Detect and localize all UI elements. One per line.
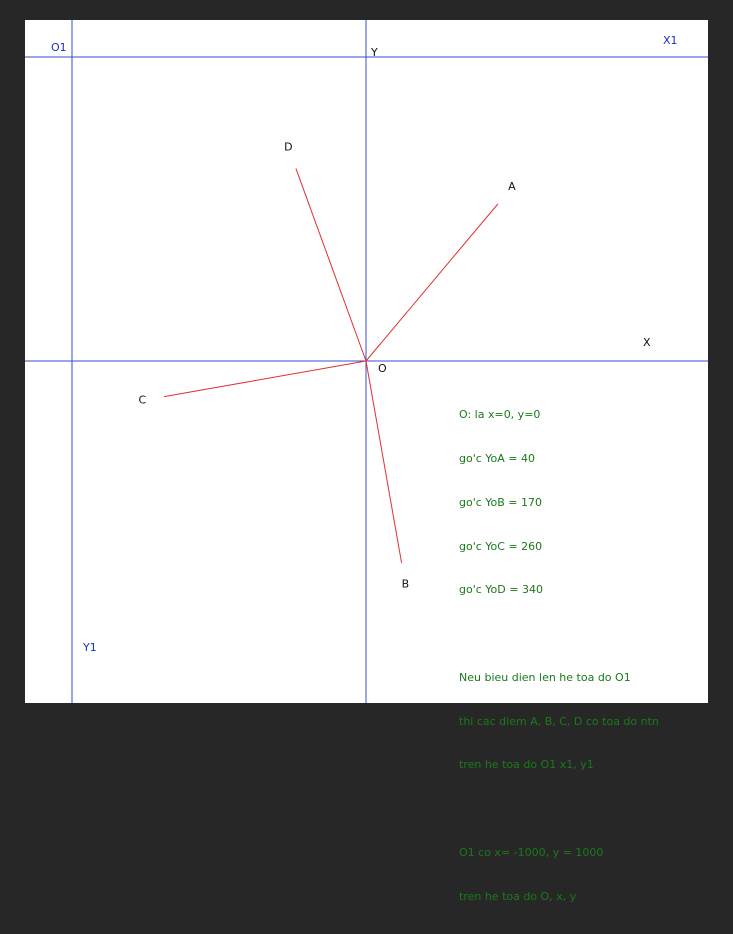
- point-label-b: B: [402, 578, 410, 591]
- ray-c: [164, 360, 367, 398]
- ray-b: [365, 360, 403, 563]
- drawing-canvas: A B C D O X Y O1 X1 Y1 O: la x=0, y=0 go'c …: [25, 20, 708, 903]
- note-line: go'c YoB = 170: [459, 495, 543, 509]
- note-line: go'c YoA = 40: [459, 451, 536, 465]
- note-line: go'c YoC = 260: [459, 539, 543, 553]
- note-line: thi cac diem A, B, C, D co toa do ntn: [459, 714, 659, 728]
- note-line: [459, 627, 659, 642]
- ray-d: [295, 168, 367, 362]
- note-line: O1 co x= -1000, y = 1000: [459, 846, 604, 859]
- note-line: O: la x=0, y=0: [459, 408, 541, 422]
- point-label-d: D: [284, 141, 292, 154]
- note-line: Neu bieu dien len he toa do O1: [459, 670, 631, 684]
- ray-a: [365, 203, 499, 362]
- origin-label: O: [378, 362, 387, 375]
- y1-axis-label: Y1: [82, 641, 97, 654]
- point-label-a: A: [508, 180, 516, 193]
- notes-text: O: la x=0, y=0 go'c YoA = 40 go'c YoB = …: [459, 379, 659, 934]
- note-line: tren he toa do O, x, y: [459, 889, 577, 903]
- note-line: [459, 802, 659, 817]
- note-line: tren he toa do O1 x1, y1: [459, 758, 594, 772]
- y-axis-label: Y: [370, 46, 378, 59]
- point-label-c: C: [139, 393, 147, 406]
- x-axis-label: X: [643, 336, 651, 349]
- origin1-label: O1: [51, 41, 67, 54]
- note-line: go'c YoD = 340: [459, 583, 543, 597]
- x1-axis-label: X1: [663, 34, 678, 47]
